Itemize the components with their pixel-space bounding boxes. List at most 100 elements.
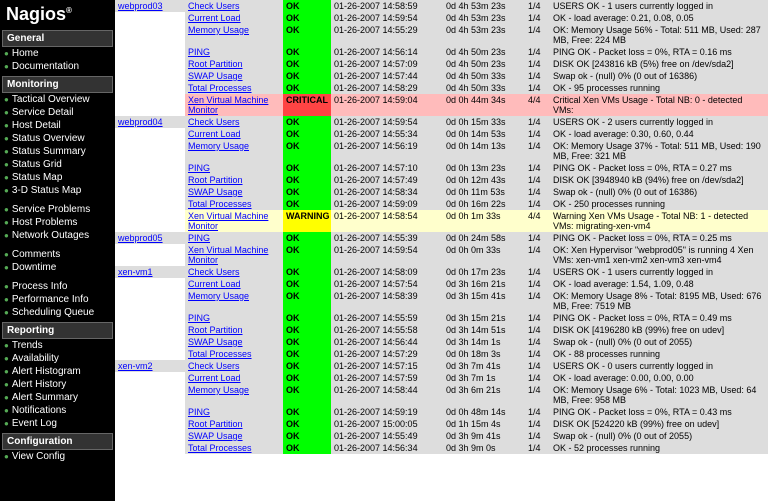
service-link[interactable]: Root Partition bbox=[185, 174, 283, 186]
service-link[interactable]: Check Users bbox=[185, 266, 283, 278]
bullet-icon: ● bbox=[4, 419, 9, 428]
nav-event-log[interactable]: ●Event Log bbox=[2, 417, 113, 430]
nav-alert-summary[interactable]: ●Alert Summary bbox=[2, 391, 113, 404]
nav-documentation[interactable]: ●Documentation bbox=[2, 60, 113, 73]
status-cell: OK bbox=[283, 58, 331, 70]
service-link[interactable]: SWAP Usage bbox=[185, 336, 283, 348]
service-link[interactable]: Xen Virtual Machine Monitor bbox=[185, 244, 283, 266]
nav-status-summary[interactable]: ●Status Summary bbox=[2, 145, 113, 158]
nav-comments[interactable]: ●Comments bbox=[2, 248, 113, 261]
nav-status-map[interactable]: ●Status Map bbox=[2, 171, 113, 184]
nav-host-detail[interactable]: ●Host Detail bbox=[2, 119, 113, 132]
attempt-cell: 1/4 bbox=[525, 0, 550, 12]
service-link[interactable]: Check Users bbox=[185, 116, 283, 128]
nav-availability[interactable]: ●Availability bbox=[2, 352, 113, 365]
status-cell: OK bbox=[283, 0, 331, 12]
duration-cell: 0d 3h 9m 41s bbox=[443, 430, 525, 442]
time-cell: 01-26-2007 15:00:05 bbox=[331, 418, 443, 430]
nav-service-detail[interactable]: ●Service Detail bbox=[2, 106, 113, 119]
info-cell: PING OK - Packet loss = 0%, RTA = 0.25 m… bbox=[550, 232, 768, 244]
host-link[interactable]: webprod04 bbox=[118, 117, 163, 127]
service-link[interactable]: PING bbox=[185, 312, 283, 324]
nav-home[interactable]: ●Home bbox=[2, 47, 113, 60]
service-row: PINGOK01-26-2007 14:56:140d 4h 50m 23s1/… bbox=[115, 46, 768, 58]
info-cell: OK - 250 processes running bbox=[550, 198, 768, 210]
nav-status-grid[interactable]: ●Status Grid bbox=[2, 158, 113, 171]
service-link[interactable]: Root Partition bbox=[185, 418, 283, 430]
service-link[interactable]: Total Processes bbox=[185, 198, 283, 210]
info-cell: OK: Memory Usage 56% - Total: 511 MB, Us… bbox=[550, 24, 768, 46]
service-link[interactable]: Check Users bbox=[185, 0, 283, 12]
host-cell: webprod05 bbox=[115, 232, 185, 244]
service-link[interactable]: Current Load bbox=[185, 12, 283, 24]
service-link[interactable]: Root Partition bbox=[185, 324, 283, 336]
service-link[interactable]: PING bbox=[185, 46, 283, 58]
nav-performance-info[interactable]: ●Performance Info bbox=[2, 293, 113, 306]
duration-cell: 0d 4h 50m 33s bbox=[443, 70, 525, 82]
host-cell bbox=[115, 210, 185, 232]
status-cell: OK bbox=[283, 24, 331, 46]
bullet-icon: ● bbox=[4, 308, 9, 317]
service-link[interactable]: PING bbox=[185, 162, 283, 174]
host-link[interactable]: webprod05 bbox=[118, 233, 163, 243]
nav-service-problems[interactable]: ●Service Problems bbox=[2, 203, 113, 216]
bullet-icon: ● bbox=[4, 160, 9, 169]
service-link[interactable]: Total Processes bbox=[185, 348, 283, 360]
attempt-cell: 1/4 bbox=[525, 174, 550, 186]
service-link[interactable]: Memory Usage bbox=[185, 290, 283, 312]
bullet-icon: ● bbox=[4, 406, 9, 415]
info-cell: OK: Memory Usage 37% - Total: 511 MB, Us… bbox=[550, 140, 768, 162]
service-link[interactable]: SWAP Usage bbox=[185, 430, 283, 442]
service-link[interactable]: Total Processes bbox=[185, 82, 283, 94]
nav-host-problems[interactable]: ●Host Problems bbox=[2, 216, 113, 229]
service-link[interactable]: PING bbox=[185, 406, 283, 418]
host-link[interactable]: webprod03 bbox=[118, 1, 163, 11]
service-link[interactable]: Total Processes bbox=[185, 442, 283, 454]
service-link[interactable]: Current Load bbox=[185, 372, 283, 384]
status-table: webprod03Check UsersOK01-26-2007 14:58:5… bbox=[115, 0, 768, 454]
status-cell: OK bbox=[283, 186, 331, 198]
service-link[interactable]: Memory Usage bbox=[185, 384, 283, 406]
service-link[interactable]: Xen Virtual Machine Monitor bbox=[185, 210, 283, 232]
nav-alert-histogram[interactable]: ●Alert Histogram bbox=[2, 365, 113, 378]
nav-view-config[interactable]: ●View Config bbox=[2, 450, 113, 463]
host-link[interactable]: xen-vm2 bbox=[118, 361, 153, 371]
host-cell bbox=[115, 430, 185, 442]
info-cell: DISK OK [243816 kB (5%) free on /dev/sda… bbox=[550, 58, 768, 70]
attempt-cell: 1/4 bbox=[525, 278, 550, 290]
nav-status-overview[interactable]: ●Status Overview bbox=[2, 132, 113, 145]
duration-cell: 0d 0h 14m 53s bbox=[443, 128, 525, 140]
nav-trends[interactable]: ●Trends bbox=[2, 339, 113, 352]
nav-tactical-overview[interactable]: ●Tactical Overview bbox=[2, 93, 113, 106]
nav-process-info[interactable]: ●Process Info bbox=[2, 280, 113, 293]
status-cell: OK bbox=[283, 12, 331, 24]
info-cell: OK: Memory Usage 6% - Total: 1023 MB, Us… bbox=[550, 384, 768, 406]
service-link[interactable]: SWAP Usage bbox=[185, 70, 283, 82]
nav-3-d-status-map[interactable]: ●3-D Status Map bbox=[2, 184, 113, 197]
status-cell: OK bbox=[283, 174, 331, 186]
service-link[interactable]: Current Load bbox=[185, 128, 283, 140]
host-cell bbox=[115, 406, 185, 418]
nav-scheduling-queue[interactable]: ●Scheduling Queue bbox=[2, 306, 113, 319]
nav-downtime[interactable]: ●Downtime bbox=[2, 261, 113, 274]
service-link[interactable]: Xen Virtual Machine Monitor bbox=[185, 94, 283, 116]
nav-alert-history[interactable]: ●Alert History bbox=[2, 378, 113, 391]
host-cell bbox=[115, 418, 185, 430]
nav-network-outages[interactable]: ●Network Outages bbox=[2, 229, 113, 242]
status-cell: OK bbox=[283, 82, 331, 94]
service-link[interactable]: PING bbox=[185, 232, 283, 244]
host-cell bbox=[115, 70, 185, 82]
attempt-cell: 1/4 bbox=[525, 372, 550, 384]
service-link[interactable]: Memory Usage bbox=[185, 140, 283, 162]
service-row: Root PartitionOK01-26-2007 14:57:090d 4h… bbox=[115, 58, 768, 70]
service-link[interactable]: SWAP Usage bbox=[185, 186, 283, 198]
service-link[interactable]: Current Load bbox=[185, 278, 283, 290]
host-link[interactable]: xen-vm1 bbox=[118, 267, 153, 277]
nav-notifications[interactable]: ●Notifications bbox=[2, 404, 113, 417]
service-link[interactable]: Check Users bbox=[185, 360, 283, 372]
info-cell: OK: Memory Usage 8% - Total: 8195 MB, Us… bbox=[550, 290, 768, 312]
attempt-cell: 1/4 bbox=[525, 348, 550, 360]
service-link[interactable]: Root Partition bbox=[185, 58, 283, 70]
service-row: Root PartitionOK01-26-2007 15:00:050d 1h… bbox=[115, 418, 768, 430]
service-link[interactable]: Memory Usage bbox=[185, 24, 283, 46]
